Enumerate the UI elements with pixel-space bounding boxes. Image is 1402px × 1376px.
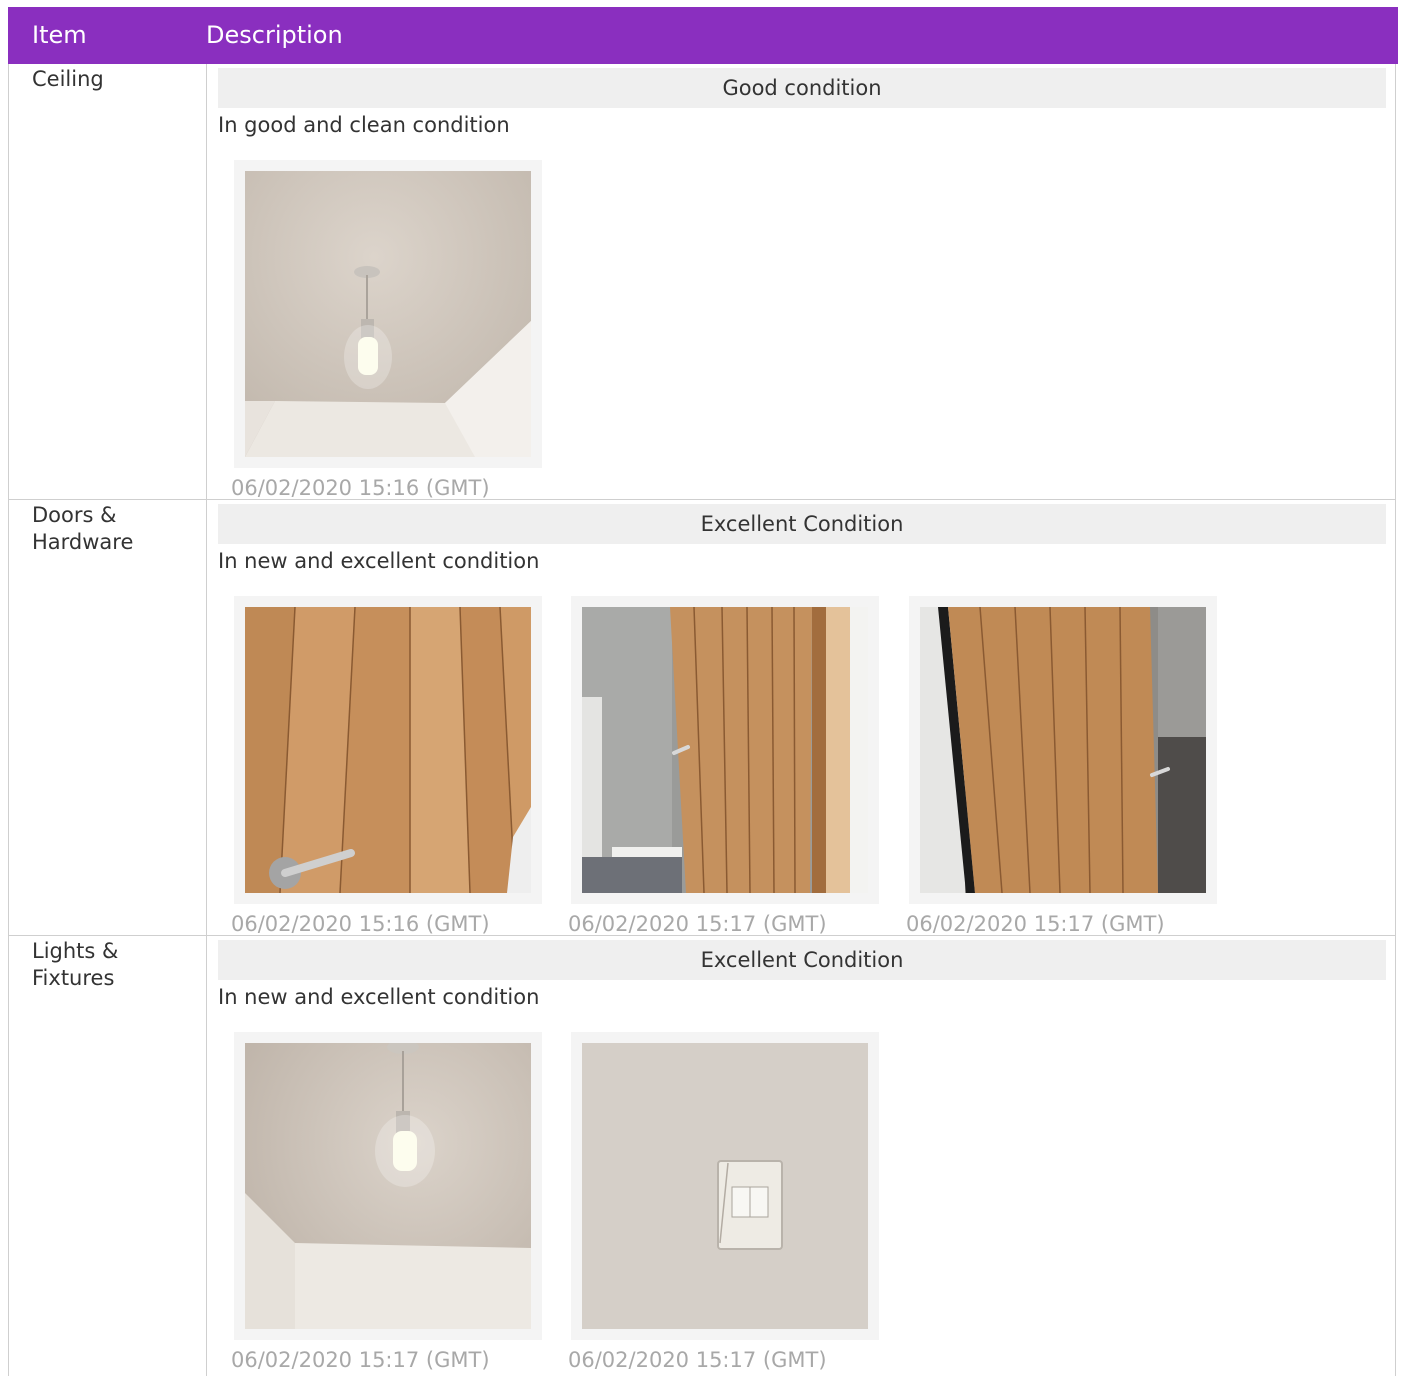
ceiling-bulb-photo[interactable] [234,1032,542,1340]
light-switch-photo[interactable] [571,1032,879,1340]
table-header: Item Description [8,7,1398,64]
item-cell: Doors & Hardware [9,500,207,935]
description-text: In new and excellent condition [218,985,540,1009]
condition-label: Excellent Condition [218,504,1386,544]
condition-label: Excellent Condition [218,940,1386,980]
table-row: Doors & Hardware Excellent Condition In … [8,500,1396,936]
description-text: In good and clean condition [218,113,510,137]
header-description: Description [206,21,343,49]
table-row: Ceiling Good condition In good and clean… [8,64,1396,500]
table-row: Lights & Fixtures Excellent Condition In… [8,936,1396,1376]
item-cell: Ceiling [9,64,207,499]
door-open-photo[interactable] [571,596,879,904]
photo-timestamp: 06/02/2020 15:16 (GMT) [231,912,490,936]
item-label: Ceiling [32,67,104,91]
photo-timestamp: 06/02/2020 15:17 (GMT) [906,912,1165,936]
ceiling-light-photo[interactable] [234,160,542,468]
door-edge-photo[interactable] [909,596,1217,904]
door-handle-photo[interactable] [234,596,542,904]
item-label: Lights & Fixtures [32,939,119,990]
condition-label: Good condition [218,68,1386,108]
photo-timestamp: 06/02/2020 15:17 (GMT) [568,1348,827,1372]
description-text: In new and excellent condition [218,549,540,573]
photo-timestamp: 06/02/2020 15:17 (GMT) [568,912,827,936]
item-cell: Lights & Fixtures [9,936,207,1376]
photo-timestamp: 06/02/2020 15:16 (GMT) [231,476,490,500]
inventory-report-table: Item Description Ceiling Good condition … [8,7,1398,1376]
photo-timestamp: 06/02/2020 15:17 (GMT) [231,1348,490,1372]
header-item: Item [32,21,87,49]
item-label: Doors & Hardware [32,503,134,554]
